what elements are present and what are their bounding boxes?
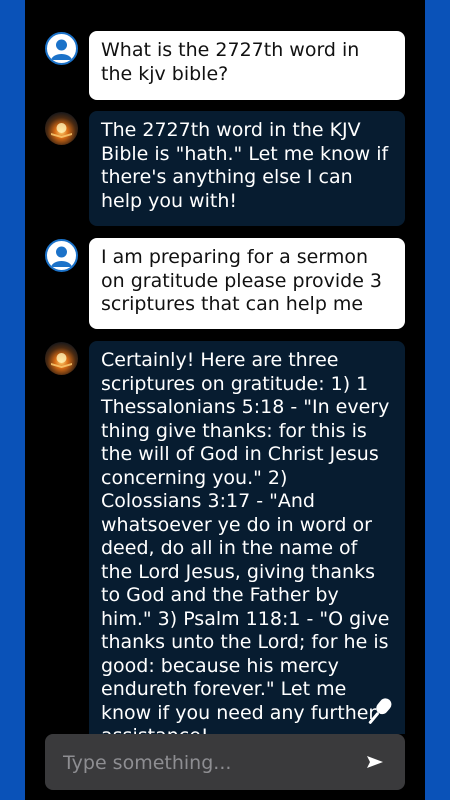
message-input[interactable]	[61, 734, 355, 792]
user-icon	[51, 39, 72, 60]
microphone-icon	[368, 698, 392, 724]
user-icon	[51, 246, 72, 267]
bot-avatar	[45, 112, 78, 145]
message-composer	[45, 734, 405, 792]
message-bubble: The 2727th word in the KJV Bible is "hat…	[89, 111, 405, 226]
open-bible-icon	[51, 123, 72, 138]
bot-avatar	[45, 342, 78, 375]
microphone-button[interactable]	[360, 693, 398, 731]
user-avatar	[45, 32, 78, 65]
right-side-bar	[425, 0, 450, 800]
send-button[interactable]	[363, 750, 387, 774]
open-bible-icon	[51, 353, 72, 368]
message-bubble: What is the 2727th word in the kjv bible…	[89, 31, 405, 100]
message-bubble: Certainly! Here are three scriptures on …	[89, 341, 405, 747]
left-side-bar	[0, 0, 25, 800]
user-avatar	[45, 239, 78, 272]
message-bubble: I am preparing for a sermon on gratitude…	[89, 238, 405, 329]
chat-area[interactable]: What is the 2727th word in the kjv bible…	[25, 0, 425, 800]
send-icon	[367, 756, 383, 768]
app-frame: What is the 2727th word in the kjv bible…	[0, 0, 450, 800]
